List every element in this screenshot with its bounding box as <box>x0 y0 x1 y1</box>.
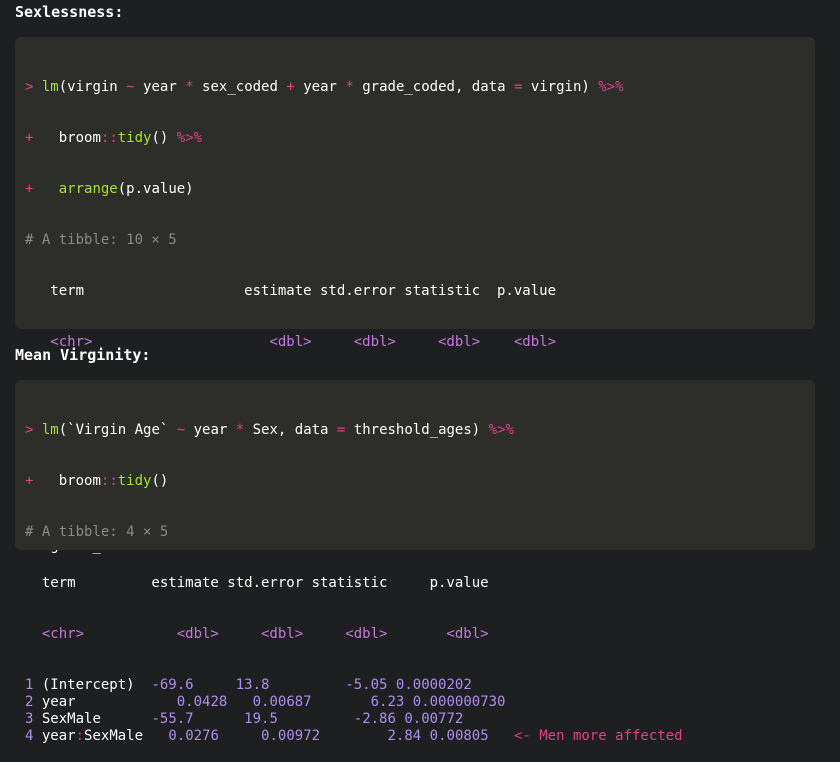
table-header: term estimate std.error statistic p.valu… <box>25 283 557 299</box>
p-value-cell: 0.000000730 <box>412 694 506 710</box>
p-value-cell: 0.0000202 <box>395 677 472 693</box>
term-cell: (Intercept) <box>41 677 135 693</box>
code-block-mean-virginity: > lm(`Virgin Age` ~ year * Sex, data = t… <box>25 388 683 762</box>
section-heading-sexlessness: Sexlessness: <box>15 3 124 21</box>
row-index: 4 <box>25 728 34 744</box>
table-header: term estimate std.error statistic p.valu… <box>25 575 489 591</box>
row-index: 1 <box>25 677 34 693</box>
row-index: 3 <box>25 711 34 727</box>
estimate-cell: 0.0428 <box>151 694 228 710</box>
table-row: 3 SexMale -55.7 19.5 -2.86 0.00772 <box>25 711 683 728</box>
code-line: + broom::tidy() <box>25 473 169 489</box>
statistic-cell: -5.05 <box>328 677 396 693</box>
row-index: 2 <box>25 694 34 710</box>
code-line: > lm(`Virgin Age` ~ year * Sex, data = t… <box>25 422 514 438</box>
code-line: + arrange(p.value) <box>25 181 194 197</box>
table-row: 4 year:SexMale 0.0276 0.00972 2.84 0.008… <box>25 728 683 744</box>
std-error-cell: 0.00687 <box>227 694 354 710</box>
std-error-cell: 13.8 <box>218 677 329 693</box>
estimate-cell: -69.6 <box>151 677 219 693</box>
term-cell: year <box>41 728 76 744</box>
term-cell: SexMale <box>41 711 101 727</box>
section-heading-mean-virginity: Mean Virginity: <box>15 346 151 364</box>
annotation-note: <- Men more affected <box>513 728 683 744</box>
term-cell: year <box>41 694 76 710</box>
std-error-cell: 19.5 <box>227 711 337 727</box>
statistic-cell: 6.23 <box>353 694 413 710</box>
statistic-cell: -2.86 <box>336 711 405 727</box>
estimate-cell: 0.0276 <box>168 728 245 744</box>
tibble-comment: # A tibble: 10 × 5 <box>25 232 177 248</box>
p-value-cell: 0.00772 <box>404 711 464 727</box>
p-value-cell: 0.00805 <box>429 728 506 744</box>
tibble-comment: # A tibble: 4 × 5 <box>25 524 169 540</box>
std-error-cell: 0.00972 <box>244 728 371 744</box>
code-line: + broom::tidy() %>% <box>25 130 203 146</box>
statistic-cell: 2.84 <box>370 728 430 744</box>
code-line: > lm(virgin ~ year * sex_coded + year * … <box>25 79 624 95</box>
table-types: <chr> <dbl> <dbl> <dbl> <dbl> <box>25 626 489 642</box>
estimate-cell: -55.7 <box>151 711 228 727</box>
table-row: 2 year 0.0428 0.00687 6.23 0.000000730 <box>25 694 683 711</box>
table-row: 1 (Intercept) -69.6 13.8 -5.05 0.0000202 <box>25 677 683 694</box>
